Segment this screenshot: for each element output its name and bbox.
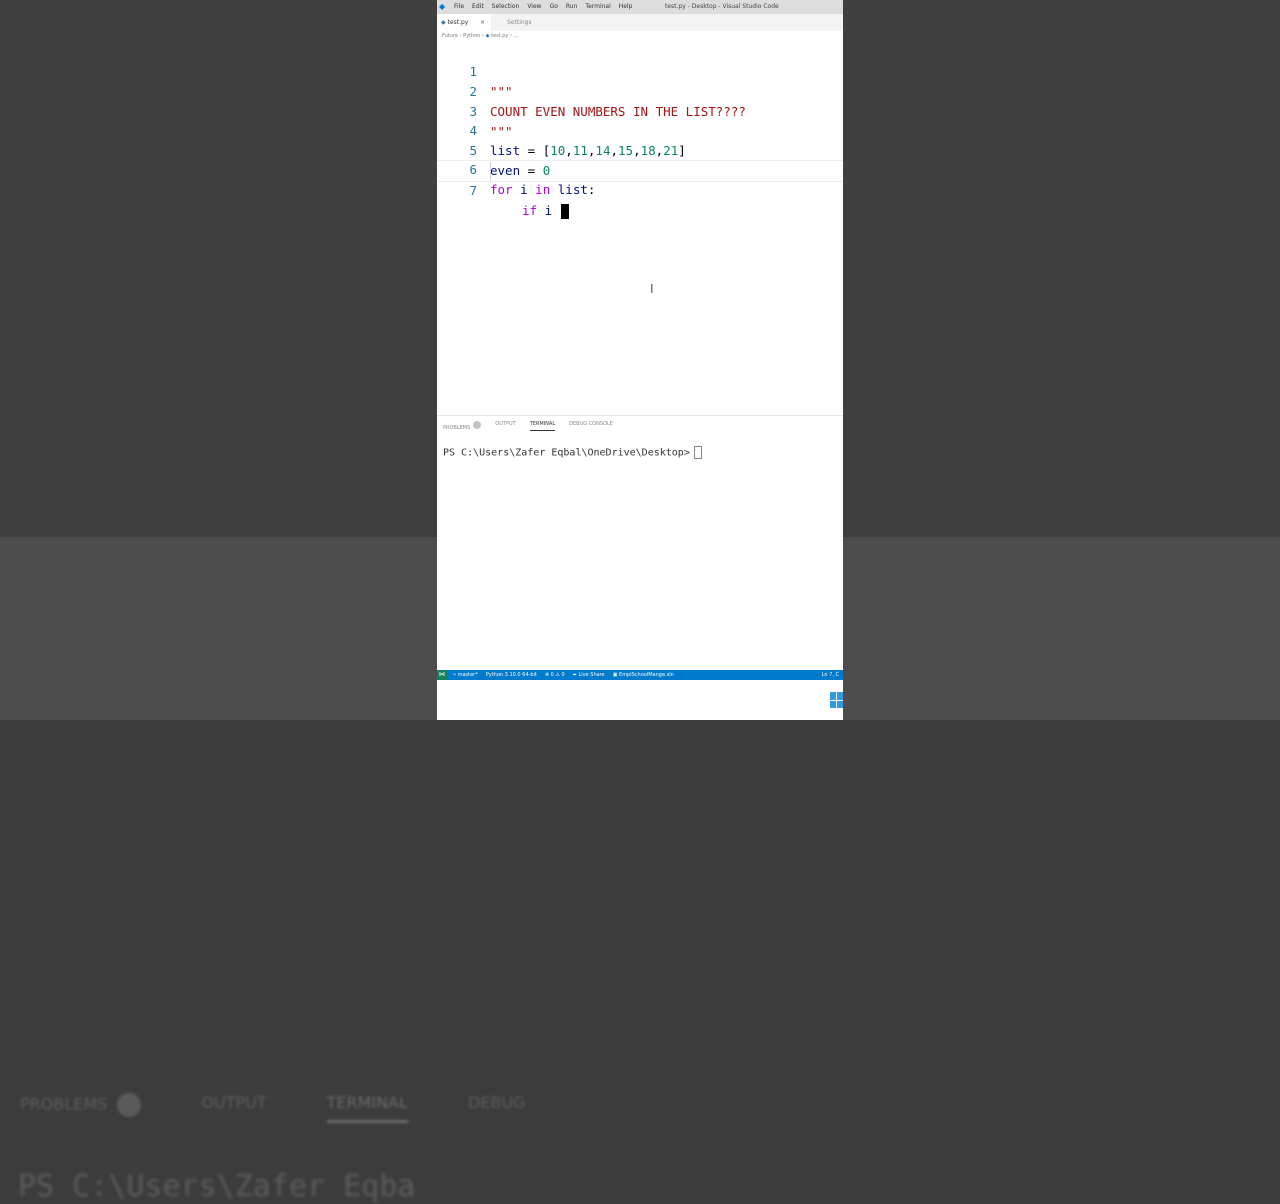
breadcrumb-file[interactable]: test.py xyxy=(491,33,508,39)
blurred-tab-problems: PROBLEMS xyxy=(20,1093,142,1123)
vscode-logo-icon: ◆ xyxy=(439,2,446,11)
menu-edit[interactable]: Edit xyxy=(472,3,484,10)
menu-selection[interactable]: Selection xyxy=(492,3,520,10)
blurred-tab-terminal: TERMINAL xyxy=(326,1093,408,1123)
windows-logo-icon xyxy=(830,692,843,708)
status-items: ⑂ master* Python 3.10.0 64-bit ⊗ 0 ⚠ 0 ➦… xyxy=(453,672,674,678)
vscode-window: ◆ File Edit Selection View Go Run Termin… xyxy=(437,0,843,720)
code-editor[interactable]: 1 """ 2 COUNT EVEN NUMBERS IN THE LIST??… xyxy=(437,42,843,412)
editor-tabs: ◆ test.py × Settings xyxy=(437,14,843,31)
live-share-status[interactable]: ➦ Live Share xyxy=(573,672,605,678)
line-number: 7 xyxy=(469,183,477,198)
menu-terminal[interactable]: Terminal xyxy=(585,3,610,10)
code-line: 1 """ xyxy=(437,42,843,99)
python-file-icon: ◆ xyxy=(485,33,490,39)
tab-debug-console[interactable]: DEBUG CONSOLE xyxy=(569,421,613,431)
branch-icon: ⑂ xyxy=(453,672,457,678)
menu-go[interactable]: Go xyxy=(550,3,558,10)
breadcrumb-python[interactable]: Python xyxy=(463,33,480,39)
close-icon[interactable]: × xyxy=(480,14,485,31)
menu-help[interactable]: Help xyxy=(619,3,633,10)
breadcrumb-future[interactable]: Future xyxy=(442,33,458,39)
panel-divider[interactable] xyxy=(437,415,843,416)
code-line: 4 list = [10,11,14,15,18,21] xyxy=(437,101,843,158)
cursor-position-status[interactable]: Ln 7, C xyxy=(822,672,839,678)
tab-problems[interactable]: PROBLEMS xyxy=(443,421,482,431)
live-share-icon: ➦ xyxy=(572,672,577,678)
code-line: 3 """ xyxy=(437,82,843,139)
solution-icon: ▣ xyxy=(612,672,618,678)
window-title: test.py - Desktop - Visual Studio Code xyxy=(665,3,779,10)
tab-settings[interactable]: Settings xyxy=(493,14,567,31)
solution-status[interactable]: ▣ EmplSchoolMange.sln xyxy=(613,672,674,678)
menu-view[interactable]: View xyxy=(527,3,541,10)
python-file-icon: ◆ xyxy=(441,19,446,26)
panel-tabs: PROBLEMS OUTPUT TERMINAL DEBUG CONSOLE xyxy=(443,421,613,431)
breadcrumb-more[interactable]: ... xyxy=(514,33,519,39)
blurred-terminal-text: PS C:\Users\Zafer Eqba xyxy=(18,1169,416,1204)
blurred-panel-tabs: PROBLEMS OUTPUT TERMINAL DEBUG xyxy=(20,1093,525,1123)
ibeam-cursor-icon: I xyxy=(650,282,654,296)
menu-bar: File Edit Selection View Go Run Terminal… xyxy=(454,3,632,10)
branch-status[interactable]: ⑂ master* xyxy=(453,672,478,678)
terminal[interactable]: PS C:\Users\Zafer Eqbal\OneDrive\Desktop… xyxy=(443,446,702,459)
titlebar: ◆ File Edit Selection View Go Run Termin… xyxy=(437,0,843,14)
code-line: 2 COUNT EVEN NUMBERS IN THE LIST???? xyxy=(437,62,843,119)
menu-run[interactable]: Run xyxy=(566,3,578,10)
status-bar: ⋈ ⑂ master* Python 3.10.0 64-bit ⊗ 0 ⚠ 0… xyxy=(437,670,843,680)
terminal-cursor xyxy=(693,446,702,459)
interpreter-status[interactable]: Python 3.10.0 64-bit xyxy=(486,672,537,678)
code-line-current: 7 if i xyxy=(437,160,843,219)
menu-file[interactable]: File xyxy=(454,3,464,10)
code-line: 5 even = 0 xyxy=(437,121,843,178)
code-line: 6 for i in list: xyxy=(437,140,843,197)
tab-test-py[interactable]: ◆ test.py × xyxy=(437,14,491,31)
tab-terminal[interactable]: TERMINAL xyxy=(529,421,556,431)
remote-icon[interactable]: ⋈ xyxy=(437,670,447,680)
problems-count-badge xyxy=(473,421,482,429)
blurred-tab-debug: DEBUG xyxy=(467,1093,526,1112)
text-cursor xyxy=(560,204,569,219)
problems-status[interactable]: ⊗ 0 ⚠ 0 xyxy=(545,672,565,678)
tab-output[interactable]: OUTPUT xyxy=(495,421,515,431)
tab-label: Settings xyxy=(507,19,532,26)
blurred-tab-output: OUTPUT xyxy=(201,1093,267,1112)
breadcrumb: Future › Python › ◆ test.py › ... xyxy=(442,33,519,39)
terminal-prompt: PS C:\Users\Zafer Eqbal\OneDrive\Desktop… xyxy=(443,447,690,459)
tab-label: test.py xyxy=(447,19,469,26)
